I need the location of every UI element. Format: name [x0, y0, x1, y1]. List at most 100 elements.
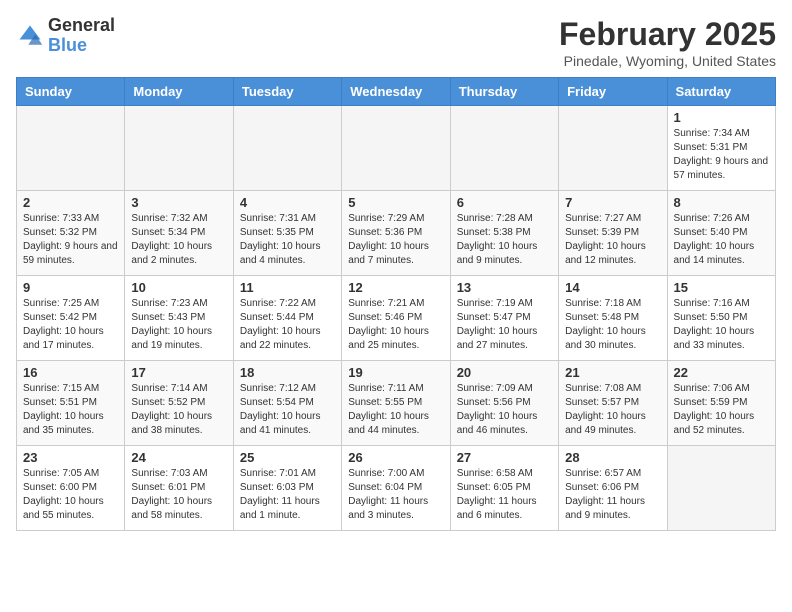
day-number: 23 [23, 450, 118, 465]
day-info: Sunrise: 7:22 AM Sunset: 5:44 PM Dayligh… [240, 297, 335, 353]
day-number: 3 [131, 195, 226, 210]
month-title: February 2025 [559, 16, 776, 53]
calendar-cell: 25Sunrise: 7:01 AM Sunset: 6:03 PM Dayli… [233, 446, 341, 531]
logo: General Blue [16, 16, 115, 56]
calendar-cell: 27Sunrise: 6:58 AM Sunset: 6:05 PM Dayli… [450, 446, 558, 531]
day-number: 25 [240, 450, 335, 465]
day-number: 2 [23, 195, 118, 210]
day-info: Sunrise: 7:21 AM Sunset: 5:46 PM Dayligh… [348, 297, 443, 353]
day-number: 9 [23, 280, 118, 295]
day-info: Sunrise: 7:34 AM Sunset: 5:31 PM Dayligh… [674, 127, 769, 183]
calendar-cell: 23 Sunrise: 7:05 AM Sunset: 6:00 PM Dayli… [17, 446, 125, 531]
day-number: 15 [674, 280, 769, 295]
day-number: 7 [565, 195, 660, 210]
calendar-cell: 9 Sunrise: 7:25 AM Sunset: 5:42 PM Daylig… [17, 276, 125, 361]
day-header-thursday: Thursday [450, 78, 558, 106]
location: Pinedale, Wyoming, United States [559, 53, 776, 69]
day-info: Sunrise: 7:08 AM Sunset: 5:57 PM Dayligh… [565, 382, 660, 438]
day-number: 19 [348, 365, 443, 380]
day-info: Sunrise: 7:23 AM Sunset: 5:43 PM Dayligh… [131, 297, 226, 353]
calendar-cell: 26 Sunrise: 7:00 AM Sunset: 6:04 PM Dayli… [342, 446, 450, 531]
calendar-cell [450, 106, 558, 191]
day-info: Sunrise: 7:25 AM Sunset: 5:42 PM Dayligh… [23, 297, 118, 353]
day-info: Sunrise: 7:16 AM Sunset: 5:50 PM Dayligh… [674, 297, 769, 353]
day-number: 24 [131, 450, 226, 465]
day-number: 28 [565, 450, 660, 465]
day-number: 5 [348, 195, 443, 210]
day-number: 22 [674, 365, 769, 380]
calendar-cell: 14 Sunrise: 7:18 AM Sunset: 5:48 PM Dayli… [559, 276, 667, 361]
day-info: Sunrise: 7:33 AM Sunset: 5:32 PM Dayligh… [23, 212, 118, 268]
title-block: February 2025 Pinedale, Wyoming, United … [559, 16, 776, 69]
calendar-cell: 12Sunrise: 7:21 AM Sunset: 5:46 PM Dayli… [342, 276, 450, 361]
calendar-cell [125, 106, 233, 191]
day-number: 4 [240, 195, 335, 210]
day-info: Sunrise: 7:09 AM Sunset: 5:56 PM Dayligh… [457, 382, 552, 438]
calendar-cell: 15 Sunrise: 7:16 AM Sunset: 5:50 PM Dayli… [667, 276, 775, 361]
day-header-sunday: Sunday [17, 78, 125, 106]
calendar-header-row: SundayMondayTuesdayWednesdayThursdayFrid… [17, 78, 776, 106]
calendar-cell: 3 Sunrise: 7:32 AM Sunset: 5:34 PM Daylig… [125, 191, 233, 276]
calendar-cell: 17 Sunrise: 7:14 AM Sunset: 5:52 PM Dayli… [125, 361, 233, 446]
calendar-cell [233, 106, 341, 191]
calendar-cell: 28Sunrise: 6:57 AM Sunset: 6:06 PM Dayli… [559, 446, 667, 531]
week-row-5: 23 Sunrise: 7:05 AM Sunset: 6:00 PM Dayli… [17, 446, 776, 531]
day-header-wednesday: Wednesday [342, 78, 450, 106]
calendar-cell: 16 Sunrise: 7:15 AM Sunset: 5:51 PM Dayli… [17, 361, 125, 446]
calendar-cell: 10 Sunrise: 7:23 AM Sunset: 5:43 PM Dayli… [125, 276, 233, 361]
day-info: Sunrise: 7:27 AM Sunset: 5:39 PM Dayligh… [565, 212, 660, 268]
day-number: 26 [348, 450, 443, 465]
week-row-1: 1 Sunrise: 7:34 AM Sunset: 5:31 PM Daylig… [17, 106, 776, 191]
day-info: Sunrise: 7:15 AM Sunset: 5:51 PM Dayligh… [23, 382, 118, 438]
calendar-cell [342, 106, 450, 191]
day-info: Sunrise: 7:03 AM Sunset: 6:01 PM Dayligh… [131, 467, 226, 523]
page-header: General Blue February 2025 Pinedale, Wyo… [16, 16, 776, 69]
calendar-cell [667, 446, 775, 531]
calendar-cell: 19Sunrise: 7:11 AM Sunset: 5:55 PM Dayli… [342, 361, 450, 446]
day-number: 14 [565, 280, 660, 295]
calendar-cell: 24 Sunrise: 7:03 AM Sunset: 6:01 PM Dayli… [125, 446, 233, 531]
day-number: 13 [457, 280, 552, 295]
calendar-cell [17, 106, 125, 191]
calendar-cell: 8 Sunrise: 7:26 AM Sunset: 5:40 PM Daylig… [667, 191, 775, 276]
day-number: 10 [131, 280, 226, 295]
week-row-2: 2 Sunrise: 7:33 AM Sunset: 5:32 PM Daylig… [17, 191, 776, 276]
day-header-friday: Friday [559, 78, 667, 106]
day-info: Sunrise: 7:32 AM Sunset: 5:34 PM Dayligh… [131, 212, 226, 268]
week-row-4: 16 Sunrise: 7:15 AM Sunset: 5:51 PM Dayli… [17, 361, 776, 446]
day-header-monday: Monday [125, 78, 233, 106]
day-info: Sunrise: 7:19 AM Sunset: 5:47 PM Dayligh… [457, 297, 552, 353]
calendar-cell: 6 Sunrise: 7:28 AM Sunset: 5:38 PM Daylig… [450, 191, 558, 276]
day-header-tuesday: Tuesday [233, 78, 341, 106]
day-info: Sunrise: 7:28 AM Sunset: 5:38 PM Dayligh… [457, 212, 552, 268]
day-number: 1 [674, 110, 769, 125]
calendar-cell: 4Sunrise: 7:31 AM Sunset: 5:35 PM Daylig… [233, 191, 341, 276]
day-info: Sunrise: 7:18 AM Sunset: 5:48 PM Dayligh… [565, 297, 660, 353]
day-info: Sunrise: 7:14 AM Sunset: 5:52 PM Dayligh… [131, 382, 226, 438]
day-info: Sunrise: 7:06 AM Sunset: 5:59 PM Dayligh… [674, 382, 769, 438]
calendar-cell: 20Sunrise: 7:09 AM Sunset: 5:56 PM Dayli… [450, 361, 558, 446]
calendar-cell: 2 Sunrise: 7:33 AM Sunset: 5:32 PM Daylig… [17, 191, 125, 276]
day-info: Sunrise: 7:26 AM Sunset: 5:40 PM Dayligh… [674, 212, 769, 268]
day-number: 18 [240, 365, 335, 380]
day-info: Sunrise: 7:00 AM Sunset: 6:04 PM Dayligh… [348, 467, 443, 523]
logo-text: General Blue [48, 16, 115, 56]
calendar-cell: 11Sunrise: 7:22 AM Sunset: 5:44 PM Dayli… [233, 276, 341, 361]
day-number: 17 [131, 365, 226, 380]
calendar-table: SundayMondayTuesdayWednesdayThursdayFrid… [16, 77, 776, 531]
day-info: Sunrise: 7:05 AM Sunset: 6:00 PM Dayligh… [23, 467, 118, 523]
calendar-cell: 22 Sunrise: 7:06 AM Sunset: 5:59 PM Dayli… [667, 361, 775, 446]
logo-icon [16, 22, 44, 50]
day-number: 6 [457, 195, 552, 210]
day-number: 16 [23, 365, 118, 380]
day-header-saturday: Saturday [667, 78, 775, 106]
calendar-cell: 1 Sunrise: 7:34 AM Sunset: 5:31 PM Daylig… [667, 106, 775, 191]
day-number: 21 [565, 365, 660, 380]
day-number: 8 [674, 195, 769, 210]
week-row-3: 9 Sunrise: 7:25 AM Sunset: 5:42 PM Daylig… [17, 276, 776, 361]
calendar-cell: 13 Sunrise: 7:19 AM Sunset: 5:47 PM Dayli… [450, 276, 558, 361]
calendar-cell: 5 Sunrise: 7:29 AM Sunset: 5:36 PM Daylig… [342, 191, 450, 276]
calendar-cell: 18Sunrise: 7:12 AM Sunset: 5:54 PM Dayli… [233, 361, 341, 446]
day-info: Sunrise: 6:58 AM Sunset: 6:05 PM Dayligh… [457, 467, 552, 523]
day-info: Sunrise: 7:29 AM Sunset: 5:36 PM Dayligh… [348, 212, 443, 268]
